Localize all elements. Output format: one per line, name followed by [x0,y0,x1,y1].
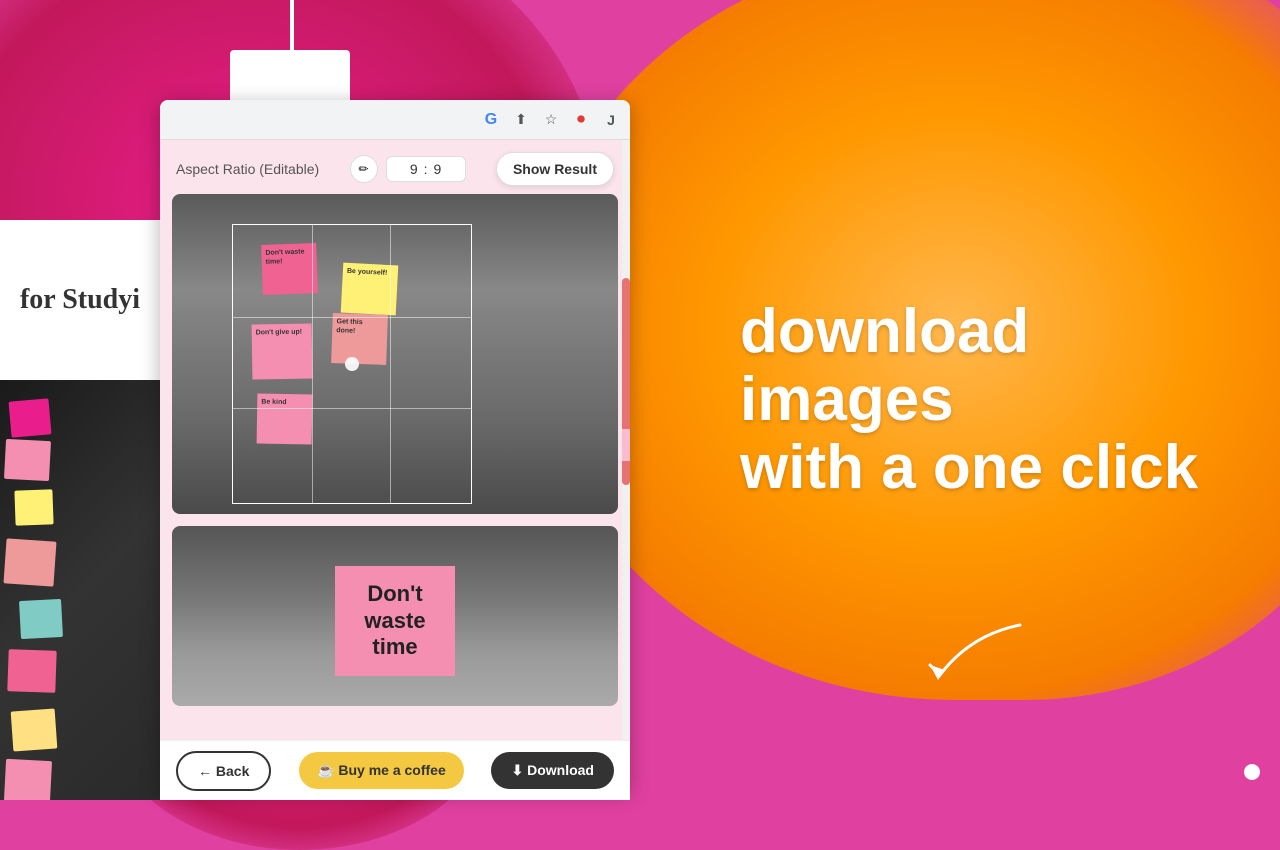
ratio-value1: 9 [410,161,418,177]
headline-line1: download images [740,297,1029,434]
star-icon[interactable]: ☆ [542,111,560,129]
bg-sticky-2 [4,439,51,481]
pink-sticky-large: Don't waste time [335,566,455,676]
left-section: for Studyi G ⬆ ☆ ⏺ J [0,0,640,800]
browser-window: G ⬆ ☆ ⏺ J Aspect Ratio (Editable) ✏ 9 : [160,100,630,790]
ratio-value2: 9 [434,161,442,177]
edit-icon-button[interactable]: ✏ [350,155,378,183]
bg-sticky-7 [11,709,58,752]
toolbar-icons: G ⬆ ☆ ⏺ J [482,111,620,129]
edit-icon: ✏ [359,162,369,176]
popup-content: Aspect Ratio (Editable) ✏ 9 : 9 Show Res… [160,140,630,790]
dont-waste-text: Don't waste time [364,581,425,660]
grid-v1 [312,225,313,503]
sticky-notes-card: Don't waste time! Be yourself! Don't giv… [172,194,618,514]
bg-sticky-8 [4,759,52,800]
bg-sticky-1 [9,398,52,437]
grid-v2 [390,225,391,503]
bg-sticky-6 [7,649,56,693]
sticky-notes-bg [0,380,160,800]
coffee-button[interactable]: ☕ Buy me a coffee [299,752,464,789]
extension-icon: J [602,111,620,129]
aspect-ratio-label: Aspect Ratio (Editable) [176,161,319,177]
bg-sticky-4 [3,538,56,586]
bg-sticky-3 [14,489,53,525]
browser-toolbar: G ⬆ ☆ ⏺ J [160,100,630,140]
ratio-input[interactable]: 9 : 9 [386,156,466,182]
grid-h2 [233,408,471,409]
aspect-ratio-bar: Aspect Ratio (Editable) ✏ 9 : 9 Show Res… [160,140,630,194]
dont-waste-card: Don't waste time [172,526,618,706]
center-dot [345,357,359,371]
ratio-separator: : [424,161,428,177]
bg-sticky-5 [19,599,63,639]
white-text-bar: for Studyi [0,220,160,380]
bg-photo [0,380,160,800]
popup-image-area: Don't waste time! Be yourself! Don't giv… [160,194,630,730]
dont-waste-image: Don't waste time [172,526,618,706]
arrow-decoration [920,615,1040,700]
headline-line2: with a one click [740,433,1198,502]
crop-overlay [232,224,472,504]
record-icon: ⏺ [572,111,590,129]
back-button[interactable]: ← Back [176,751,271,791]
google-icon: G [482,111,500,129]
download-button[interactable]: ⬇ Download [491,752,614,789]
aspect-ratio-controls: ✏ 9 : 9 [350,155,466,183]
for-studying-text: for Studyi [20,284,140,316]
grid-h1 [233,317,471,318]
sticky-notes-image: Don't waste time! Be yourself! Don't giv… [172,194,618,514]
marketing-headline: download images with a one click [740,298,1240,503]
share-icon: ⬆ [512,111,530,129]
show-result-button[interactable]: Show Result [496,152,614,186]
bottom-bar: ← Back ☕ Buy me a coffee ⬇ Download [160,740,630,800]
